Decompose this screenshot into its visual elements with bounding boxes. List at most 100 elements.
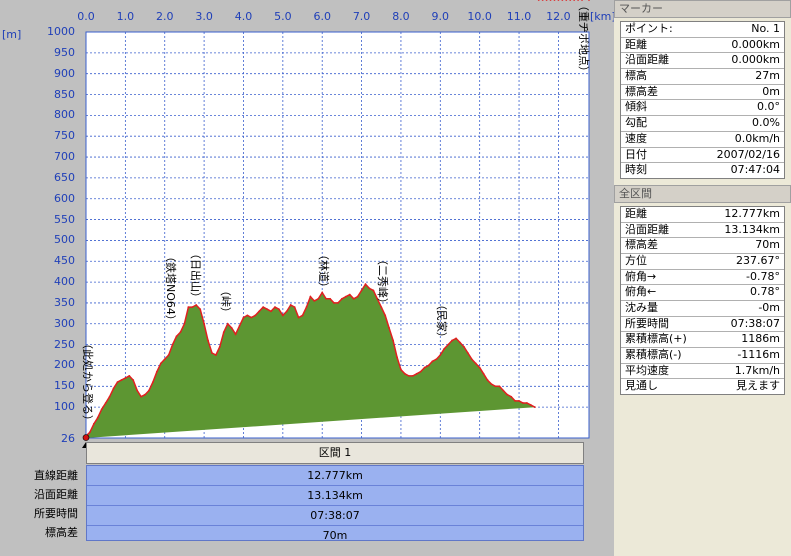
elevation-point <box>116 381 119 384</box>
elevation-point <box>443 347 446 350</box>
elevation-point <box>313 299 316 302</box>
elevation-chart-area[interactable]: [m] [km] 0.0 1.0 2.0 3.0 4.0 5.0 6.0 7.0 8.0 9.0 1… <box>0 0 616 556</box>
elevation-point <box>262 306 265 309</box>
all-sections-row: 標高差 70m <box>621 238 784 254</box>
elevation-point <box>348 293 351 296</box>
marker-label: 速度 <box>625 131 647 145</box>
elevation-point <box>289 304 292 306</box>
elevation-point <box>278 308 280 311</box>
elevation-point <box>451 339 454 342</box>
elevation-point <box>191 306 194 309</box>
marker-value: 0.0km/h <box>734 131 780 145</box>
elevation-point <box>427 364 430 367</box>
elevation-point <box>238 324 241 327</box>
elevation-point <box>112 387 115 390</box>
all-sections-row: 平均速度 1.7km/h <box>621 364 784 380</box>
elevation-point <box>368 287 371 290</box>
elevation-point <box>400 368 402 371</box>
elevation-point <box>155 370 158 373</box>
place-annotation: （此処から登る） <box>80 338 94 427</box>
elevation-point <box>360 289 363 292</box>
marker-label: 距離 <box>625 37 647 51</box>
marker-value: 0.0° <box>757 100 780 114</box>
elevation-point <box>482 372 485 375</box>
elevation-point <box>356 295 359 298</box>
marker-value: 07:47:04 <box>730 163 780 177</box>
summary-label-elev: 標高差 <box>45 526 78 539</box>
elevation-point <box>274 306 276 309</box>
elevation-point <box>463 345 465 348</box>
elevation-point <box>89 431 91 434</box>
elevation-point <box>423 366 426 369</box>
elevation-point <box>372 289 375 292</box>
elevation-point <box>384 314 387 317</box>
all-sections-row: 沿面距離 13.134km <box>621 223 784 239</box>
marker-row: 速度 0.0km/h <box>621 132 784 148</box>
elevation-point <box>333 302 335 304</box>
elevation-point <box>455 337 457 340</box>
elevation-point <box>250 316 253 319</box>
marker-table: ポイント: No. 1 距離 0.000km 沿面距離 0.000km 標高 27m 標高差 0m… <box>620 21 785 179</box>
marker-value: 0.000km <box>731 53 780 67</box>
elevation-point <box>132 379 135 381</box>
all-sections-value: 見えます <box>736 379 780 393</box>
elevation-point <box>266 308 268 311</box>
elevation-point <box>466 352 469 354</box>
elevation-point <box>537 0 540 1</box>
all-sections-label: 標高差 <box>625 238 658 252</box>
elevation-point <box>529 404 532 406</box>
elevation-point <box>553 0 556 1</box>
elevation-point <box>242 316 245 319</box>
all-sections-value: 1186m <box>741 332 780 346</box>
all-sections-value: 0.78° <box>750 285 780 299</box>
elevation-point <box>195 304 198 306</box>
elevation-point <box>431 360 434 363</box>
summary-label-duration: 所要時間 <box>34 507 78 520</box>
all-sections-row: 沈み量 -0m <box>621 301 784 317</box>
marker-row: ポイント: No. 1 <box>621 22 784 38</box>
elevation-point <box>183 322 186 325</box>
elevation-point <box>171 343 174 346</box>
all-sections-row: 俯角→ -0.78° <box>621 270 784 286</box>
elevation-point <box>305 306 308 309</box>
elevation-point <box>96 416 99 419</box>
elevation-point <box>144 393 146 396</box>
marker-label: 日付 <box>625 147 647 161</box>
elevation-point <box>108 395 111 398</box>
elevation-point <box>419 370 422 373</box>
all-sections-value: 70m <box>755 238 780 252</box>
elevation-point <box>297 316 300 319</box>
all-sections-value: 07:38:07 <box>730 316 780 330</box>
section-header-button[interactable]: 区間 1 <box>86 442 584 464</box>
elevation-point <box>506 393 509 396</box>
elevation-point <box>179 331 182 334</box>
elevation-point <box>159 362 162 365</box>
elevation-point <box>407 374 410 377</box>
elevation-point <box>258 310 261 313</box>
elevation-point <box>478 366 481 369</box>
elevation-point <box>148 389 150 392</box>
elevation-point <box>222 331 225 334</box>
marker-point <box>82 434 90 441</box>
all-sections-label: 俯角→ <box>625 269 657 283</box>
elevation-point <box>388 327 391 329</box>
elevation-point <box>494 385 497 388</box>
elevation-point <box>211 352 213 354</box>
elevation-point <box>498 385 501 388</box>
summary-label-straight: 直線距離 <box>34 469 78 482</box>
elevation-point <box>270 310 272 313</box>
elevation-point <box>246 314 249 317</box>
elevation-point <box>526 402 528 404</box>
summary-surface-distance: 13.134km <box>87 486 583 506</box>
all-sections-label: 累積標高(+) <box>625 332 687 346</box>
marker-label: 標高 <box>625 69 647 83</box>
elevation-point <box>352 297 355 300</box>
elevation-point <box>510 395 513 398</box>
elevation-point <box>199 308 202 311</box>
elevation-point <box>207 339 209 342</box>
marker-label: 時刻 <box>625 163 647 177</box>
elevation-point <box>285 310 288 313</box>
elevation-point <box>230 327 233 329</box>
summary-elevation-diff: 70m <box>322 529 348 542</box>
elevation-point <box>364 283 367 286</box>
